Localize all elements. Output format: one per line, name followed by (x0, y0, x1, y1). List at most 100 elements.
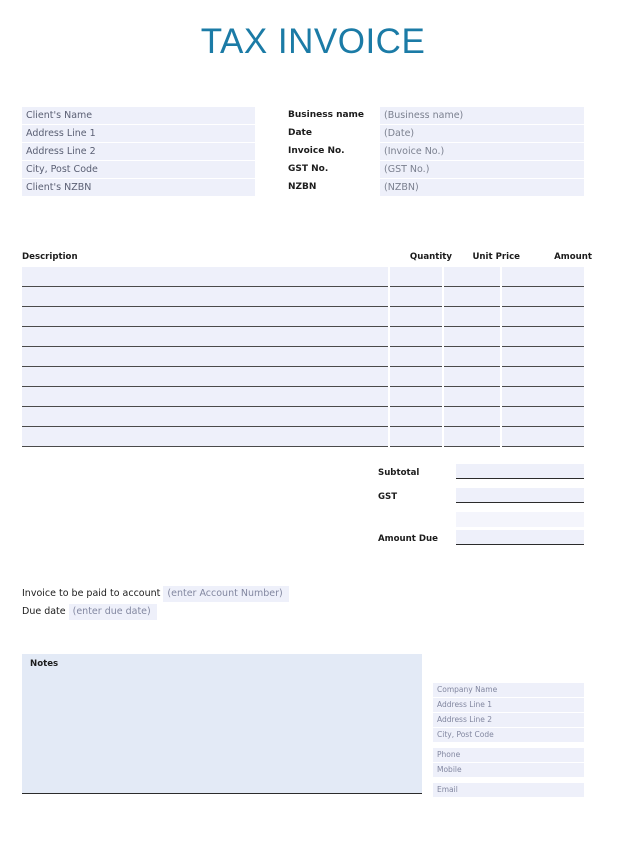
subtotal-label: Subtotal (378, 468, 420, 478)
cell-description[interactable] (22, 287, 388, 307)
cell-description[interactable] (22, 307, 388, 327)
due-date-line: Due date (enter due date) (22, 604, 422, 622)
cell-quantity[interactable] (390, 407, 442, 427)
table-row (22, 427, 584, 447)
nzbn-field[interactable]: (NZBN) (380, 179, 584, 196)
cell-amount[interactable] (502, 427, 584, 447)
totals-spacer-label (378, 512, 456, 514)
cell-quantity[interactable] (390, 287, 442, 307)
gst-no-row: GST No. (GST No.) (288, 161, 584, 178)
cell-amount[interactable] (502, 367, 584, 387)
date-row: Date (Date) (288, 125, 584, 142)
cell-amount[interactable] (502, 307, 584, 327)
table-row (22, 267, 584, 287)
amount-due-label: Amount Due (378, 534, 438, 544)
client-city-postcode-field[interactable]: City, Post Code (22, 161, 255, 178)
gst-no-field[interactable]: (GST No.) (380, 161, 584, 178)
nzbn-row: NZBN (NZBN) (288, 179, 584, 196)
cell-quantity[interactable] (390, 367, 442, 387)
cell-quantity[interactable] (390, 387, 442, 407)
column-header-unit-price: Unit Price (472, 252, 520, 262)
cell-unit-price[interactable] (444, 407, 500, 427)
due-date-label: Due date (22, 606, 66, 617)
cell-quantity[interactable] (390, 267, 442, 287)
business-details-block: Business name (Business name) Date (Date… (288, 107, 584, 197)
table-row (22, 307, 584, 327)
client-address-line-2-field[interactable]: Address Line 2 (22, 143, 255, 160)
client-address-line-1-field[interactable]: Address Line 1 (22, 125, 255, 142)
cell-description[interactable] (22, 267, 388, 287)
client-name-field[interactable]: Client's Name (22, 107, 255, 124)
cell-quantity[interactable] (390, 327, 442, 347)
due-date-field[interactable]: (enter due date) (68, 604, 157, 620)
client-nzbn-field[interactable]: Client's NZBN (22, 179, 255, 196)
column-header-description: Description (22, 252, 78, 262)
cell-unit-price[interactable] (444, 327, 500, 347)
line-items-table: Description Quantity Unit Price Amount (22, 252, 592, 447)
cell-description[interactable] (22, 327, 388, 347)
table-row (22, 367, 584, 387)
invoice-page: TAX INVOICE Client's Name Address Line 1… (0, 0, 626, 860)
account-number-field[interactable]: (enter Account Number) (163, 586, 289, 602)
cell-unit-price[interactable] (444, 387, 500, 407)
business-name-label: Business name (288, 110, 365, 120)
table-row (22, 287, 584, 307)
cell-quantity[interactable] (390, 307, 442, 327)
cell-unit-price[interactable] (444, 287, 500, 307)
company-email-field[interactable]: Email (433, 783, 584, 797)
cell-quantity[interactable] (390, 427, 442, 447)
cell-unit-price[interactable] (444, 347, 500, 367)
invoice-no-row: Invoice No. (Invoice No.) (288, 143, 584, 160)
cell-quantity[interactable] (390, 347, 442, 367)
column-header-amount: Amount (554, 252, 592, 262)
totals-spacer-row (378, 512, 584, 530)
gst-label: GST (378, 492, 398, 502)
cell-description[interactable] (22, 367, 388, 387)
date-field[interactable]: (Date) (380, 125, 584, 142)
cell-amount[interactable] (502, 347, 584, 367)
company-mobile-field[interactable]: Mobile (433, 763, 584, 777)
cell-unit-price[interactable] (444, 267, 500, 287)
client-details-block: Client's Name Address Line 1 Address Lin… (22, 107, 255, 197)
cell-amount[interactable] (502, 387, 584, 407)
amount-due-field[interactable] (456, 530, 584, 545)
account-line: Invoice to be paid to account (enter Acc… (22, 586, 422, 604)
cell-unit-price[interactable] (444, 367, 500, 387)
subtotal-row: Subtotal (378, 464, 584, 488)
gst-field[interactable] (456, 488, 584, 503)
cell-description[interactable] (22, 407, 388, 427)
totals-block: Subtotal GST Amount Due (378, 464, 584, 554)
notes-box[interactable]: Notes (22, 654, 422, 794)
totals-spacer-field (456, 512, 584, 527)
company-name-field[interactable]: Company Name (433, 683, 584, 697)
table-row (22, 327, 584, 347)
column-header-quantity: Quantity (409, 252, 452, 262)
invoice-no-field[interactable]: (Invoice No.) (380, 143, 584, 160)
business-name-row: Business name (Business name) (288, 107, 584, 124)
table-row (22, 387, 584, 407)
cell-description[interactable] (22, 427, 388, 447)
company-phone-field[interactable]: Phone (433, 748, 584, 762)
cell-amount[interactable] (502, 267, 584, 287)
gst-no-label: GST No. (288, 164, 329, 174)
cell-description[interactable] (22, 387, 388, 407)
date-label: Date (288, 128, 312, 138)
cell-description[interactable] (22, 347, 388, 367)
company-city-postcode-field[interactable]: City, Post Code (433, 728, 584, 742)
cell-unit-price[interactable] (444, 307, 500, 327)
company-address-line-1-field[interactable]: Address Line 1 (433, 698, 584, 712)
company-details-block: Company Name Address Line 1 Address Line… (433, 683, 584, 798)
business-name-field[interactable]: (Business name) (380, 107, 584, 124)
table-row (22, 347, 584, 367)
invoice-no-label: Invoice No. (288, 146, 345, 156)
cell-amount[interactable] (502, 287, 584, 307)
table-body (22, 267, 584, 447)
page-title: TAX INVOICE (200, 22, 426, 61)
nzbn-label: NZBN (288, 182, 317, 192)
cell-amount[interactable] (502, 327, 584, 347)
cell-amount[interactable] (502, 407, 584, 427)
subtotal-field[interactable] (456, 464, 584, 479)
cell-unit-price[interactable] (444, 427, 500, 447)
notes-label: Notes (30, 659, 59, 669)
company-address-line-2-field[interactable]: Address Line 2 (433, 713, 584, 727)
